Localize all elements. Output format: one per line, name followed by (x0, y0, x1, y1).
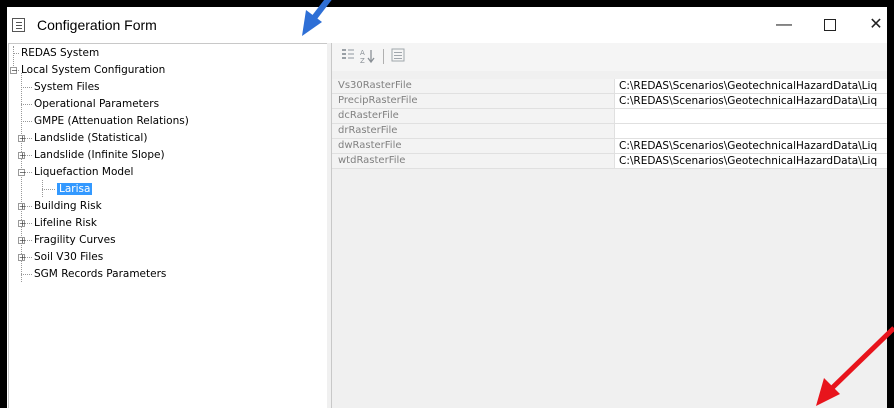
outer-frame-left (0, 0, 7, 408)
expand-icon[interactable]: + (18, 237, 26, 245)
blue-annotation-arrow (302, 0, 332, 36)
tree-item[interactable]: Lifeline Risk (34, 215, 97, 231)
tree-item-label: Local System Configuration (21, 64, 166, 76)
expand-icon[interactable]: + (18, 254, 26, 262)
collapse-icon[interactable]: − (18, 169, 26, 177)
window-title: Configeration Form (37, 17, 157, 33)
tree-item[interactable]: Landslide (Infinite Slope) (34, 147, 165, 163)
tree-connector (21, 121, 32, 122)
tree-item-label: Fragility Curves (34, 234, 116, 246)
tree-item[interactable]: REDAS System (21, 45, 99, 61)
property-row[interactable]: drRasterFile (332, 124, 887, 139)
configuration-window: Configeration Form — ✕ REDAS System Local… (7, 7, 887, 408)
close-button[interactable]: ✕ (853, 7, 887, 43)
tree-connector (13, 53, 19, 54)
tree-connector (42, 189, 55, 190)
red-annotation-arrow (816, 326, 894, 406)
maximize-button[interactable] (807, 7, 853, 43)
property-value[interactable] (614, 124, 887, 139)
tree-item-label: Lifeline Risk (34, 217, 97, 229)
tree-item-label: Liquefaction Model (34, 166, 134, 178)
property-value[interactable]: C:\REDAS\Scenarios\GeotechnicalHazardDat… (614, 94, 887, 109)
property-value[interactable]: C:\REDAS\Scenarios\GeotechnicalHazardDat… (614, 154, 887, 169)
expand-icon[interactable]: + (18, 135, 26, 143)
tree-item-label: System Files (34, 81, 100, 93)
property-value[interactable] (614, 109, 887, 124)
tree-item-label: Building Risk (34, 200, 102, 212)
tree-connector (21, 104, 32, 105)
expand-icon[interactable]: + (18, 152, 26, 160)
tree-item-label: REDAS System (21, 47, 100, 59)
tree-item[interactable]: SGM Records Parameters (34, 266, 166, 282)
property-value[interactable]: C:\REDAS\Scenarios\GeotechnicalHazardDat… (614, 139, 887, 154)
property-toolbar: AZ (332, 43, 887, 71)
collapse-icon[interactable]: − (10, 67, 18, 75)
property-grid: AZ Vs30RasterFile C:\REDAS\Scenarios\Geot… (331, 43, 887, 408)
maximize-icon (824, 18, 836, 31)
tree-item[interactable]: Operational Parameters (34, 96, 159, 112)
tree-connector (21, 274, 32, 275)
svg-text:A: A (360, 49, 365, 57)
configuration-tree[interactable]: REDAS System Local System Configuration − S… (8, 43, 328, 408)
tree-connector (21, 87, 32, 88)
tree-item-label: Soil V30 Files (34, 251, 104, 263)
property-row[interactable]: wtdRasterFile C:\REDAS\Scenarios\Geotechn… (332, 154, 887, 169)
title-bar[interactable]: Configeration Form — ✕ (7, 7, 887, 43)
tree-item-label: GMPE (Attenuation Relations) (34, 115, 189, 127)
property-pages-icon[interactable] (390, 48, 406, 64)
tree-item-label: Operational Parameters (34, 98, 160, 110)
property-row[interactable]: Vs30RasterFile C:\REDAS\Scenarios\Geotech… (332, 79, 887, 94)
property-row[interactable]: dwRasterFile C:\REDAS\Scenarios\Geotechni… (332, 139, 887, 154)
expand-icon[interactable]: + (18, 220, 26, 228)
tree-item[interactable]: Landslide (Statistical) (34, 130, 147, 146)
tree-item[interactable]: Soil V30 Files (34, 249, 103, 265)
property-name[interactable]: PrecipRasterFile (332, 94, 614, 109)
outer-frame-top (0, 0, 894, 7)
form-icon (12, 18, 25, 32)
svg-text:Z: Z (360, 57, 365, 64)
categorized-icon[interactable] (340, 48, 356, 64)
tree-item[interactable]: Fragility Curves (34, 232, 116, 248)
tree-item[interactable]: Larisa (57, 181, 93, 197)
tree-item[interactable]: GMPE (Attenuation Relations) (34, 113, 189, 129)
sort-alphabetical-icon[interactable]: AZ (360, 48, 376, 65)
property-name[interactable]: dwRasterFile (332, 139, 614, 154)
property-name[interactable]: dcRasterFile (332, 109, 614, 124)
tree-item[interactable]: Building Risk (34, 198, 102, 214)
expand-icon[interactable]: + (18, 203, 26, 211)
property-value[interactable]: C:\REDAS\Scenarios\GeotechnicalHazardDat… (614, 79, 887, 94)
tree-item[interactable]: System Files (34, 79, 100, 95)
tree-item[interactable]: Liquefaction Model (34, 164, 133, 180)
property-row[interactable]: PrecipRasterFile C:\REDAS\Scenarios\Geote… (332, 94, 887, 109)
minimize-button[interactable]: — (761, 7, 807, 43)
tree-item-label: Landslide (Statistical) (34, 132, 148, 144)
tree-item-label: Landslide (Infinite Slope) (34, 149, 165, 161)
property-name[interactable]: Vs30RasterFile (332, 79, 614, 94)
property-row[interactable]: dcRasterFile (332, 109, 887, 124)
tree-item-label: SGM Records Parameters (34, 268, 167, 280)
property-name[interactable]: drRasterFile (332, 124, 614, 139)
toolbar-separator (383, 49, 384, 64)
property-name[interactable]: wtdRasterFile (332, 154, 614, 169)
tree-item-label: Larisa (57, 183, 93, 195)
tree-item[interactable]: Local System Configuration (21, 62, 165, 78)
